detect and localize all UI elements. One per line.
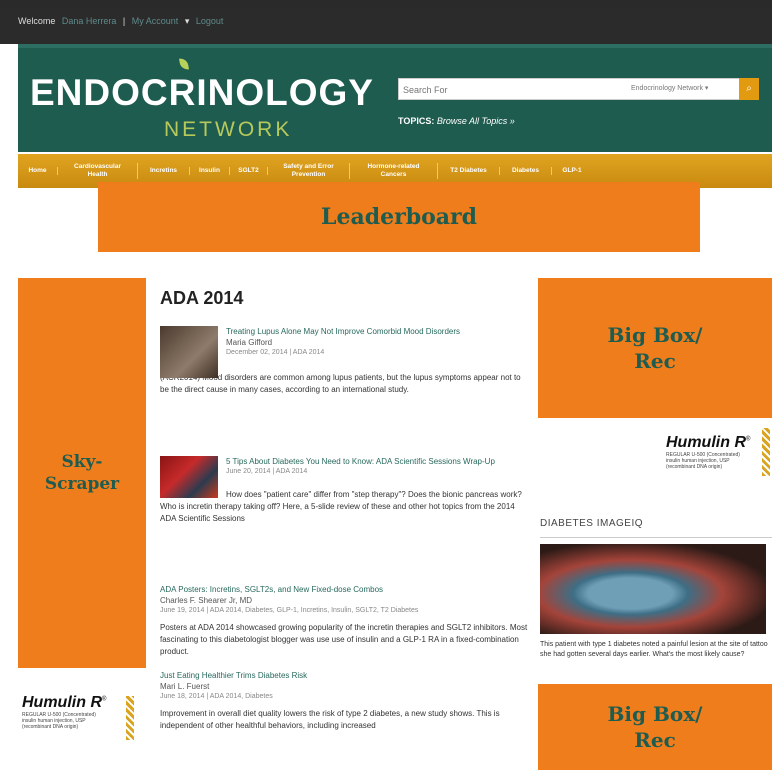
humulin-ad-right[interactable]: Humulin R® REGULAR U-500 (Concentrated) … — [660, 428, 772, 498]
search-icon: ⌕ — [746, 83, 752, 94]
my-account-link[interactable]: My Account — [132, 16, 179, 26]
registered-mark: ® — [102, 696, 107, 703]
imageiq-caption[interactable]: This patient with type 1 diabetes noted … — [540, 640, 772, 660]
divider — [540, 537, 772, 538]
article-title[interactable]: Just Eating Healthier Trims Diabetes Ris… — [160, 670, 530, 681]
skyscraper-label-1: Sky- — [61, 452, 103, 472]
humulin-desc-3: (recombinant DNA origin) — [22, 724, 79, 730]
bigbox-ad-top[interactable]: Big Box/ Rec — [538, 278, 772, 418]
article-item: Just Eating Healthier Trims Diabetes Ris… — [160, 670, 530, 732]
imageiq-heading: DIABETES IMAGEIQ — [540, 518, 644, 529]
stripe-decoration — [762, 428, 770, 476]
welcome-text: Welcome — [18, 16, 56, 26]
search-input[interactable] — [403, 82, 623, 97]
search-button[interactable]: ⌕ — [739, 78, 759, 100]
page: Welcome Dana Herrera | My Account ▾ Logo… — [0, 8, 772, 770]
nav-item-hormone-cancers[interactable]: Hormone-related Cancers — [350, 163, 438, 179]
article-item: ADA Posters: Incretins, SGLT2s, and New … — [160, 584, 530, 658]
article-meta: June 19, 2014 | ADA 2014, Diabetes, GLP-… — [160, 607, 419, 614]
separator: | — [122, 16, 126, 26]
diabetes-imageiq-widget: DIABETES IMAGEIQ This patient with type … — [540, 518, 772, 668]
user-name-link[interactable]: Dana Herrera — [62, 16, 117, 26]
leaderboard-ad[interactable]: Leaderboard — [98, 182, 700, 252]
top-utility-bar: Welcome Dana Herrera | My Account ▾ Logo… — [0, 8, 772, 44]
logo-sub-text: NETWORK — [164, 118, 293, 141]
skyscraper-label-2: Scraper — [44, 474, 120, 494]
nav-item-diabetes[interactable]: Diabetes — [500, 167, 552, 175]
main-content: ADA 2014 Treating Lupus Alone May Not Im… — [160, 278, 530, 770]
article-summary: Improvement in overall diet quality lowe… — [160, 709, 500, 730]
stripe-decoration — [126, 696, 134, 740]
page-title: ADA 2014 — [160, 288, 244, 308]
search-bar: Endocrinology Network ▾ ⌕ — [398, 78, 759, 100]
article-thumbnail[interactable] — [160, 326, 218, 378]
article-author[interactable]: Charles F. Shearer Jr, MD — [160, 595, 530, 606]
article-item: 5 Tips About Diabetes You Need to Know: … — [160, 456, 530, 525]
leaderboard-label: Leaderboard — [321, 204, 477, 230]
nav-item-sglt2[interactable]: SGLT2 — [230, 167, 268, 175]
bigbox2-label-1: Big Box/ — [607, 702, 703, 726]
bigbox2-label-2: Rec — [634, 728, 676, 752]
humulin-desc-3: (recombinant DNA origin) — [666, 464, 723, 470]
bigbox-ad-bottom[interactable]: Big Box/ Rec — [538, 684, 772, 770]
chevron-down-icon[interactable]: ▾ — [185, 16, 190, 26]
logo-main-text: ENDOCRINOLOGY — [30, 72, 374, 113]
nav-item-safety[interactable]: Safety and Error Prevention — [268, 163, 350, 179]
imageiq-photo[interactable] — [540, 544, 766, 634]
bigbox-label-2: Rec — [634, 349, 676, 373]
browse-topics-link[interactable]: Browse All Topics » — [437, 116, 515, 126]
article-meta: December 02, 2014 | ADA 2014 — [226, 349, 325, 356]
bigbox-label-1: Big Box/ — [607, 323, 703, 347]
humulin-brand: Humulin R — [22, 694, 102, 711]
site-header: ENDOCRINOLOGY NETWORK Endocrinology Netw… — [18, 44, 772, 152]
registered-mark: ® — [746, 436, 751, 443]
nav-item-home[interactable]: Home — [18, 167, 58, 175]
article-item: Treating Lupus Alone May Not Improve Com… — [160, 326, 530, 396]
article-meta: June 18, 2014 | ADA 2014, Diabetes — [160, 693, 273, 700]
network-select[interactable]: Endocrinology Network ▾ — [631, 84, 708, 92]
article-title[interactable]: ADA Posters: Incretins, SGLT2s, and New … — [160, 584, 530, 595]
article-thumbnail[interactable] — [160, 456, 218, 498]
leaf-icon — [179, 57, 189, 71]
logout-link[interactable]: Logout — [196, 16, 224, 26]
logo[interactable]: ENDOCRINOLOGY — [30, 57, 374, 114]
article-title[interactable]: 5 Tips About Diabetes You Need to Know: … — [226, 456, 530, 467]
humulin-ad-left[interactable]: Humulin R® REGULAR U-500 (Concentrated) … — [18, 686, 138, 756]
article-meta: June 20, 2014 | ADA 2014 — [226, 468, 308, 475]
humulin-brand: Humulin R — [666, 434, 746, 451]
nav-item-incretins[interactable]: Incretins — [138, 167, 190, 175]
nav-item-insulin[interactable]: Insulin — [190, 167, 230, 175]
skyscraper-ad[interactable]: Sky- Scraper — [18, 278, 146, 668]
topics-row: TOPICS: Browse All Topics » — [398, 116, 515, 126]
article-title[interactable]: Treating Lupus Alone May Not Improve Com… — [226, 326, 530, 337]
article-author[interactable]: Mari L. Fuerst — [160, 681, 530, 692]
nav-item-t2-diabetes[interactable]: T2 Diabetes — [438, 167, 500, 175]
topics-label: TOPICS: — [398, 116, 435, 126]
nav-item-cardiovascular[interactable]: Cardiovascular Health — [58, 163, 138, 179]
article-summary: Posters at ADA 2014 showcased growing po… — [160, 623, 528, 656]
nav-item-glp1[interactable]: GLP-1 — [552, 167, 592, 175]
article-author[interactable]: Maria Gifford — [226, 337, 530, 348]
